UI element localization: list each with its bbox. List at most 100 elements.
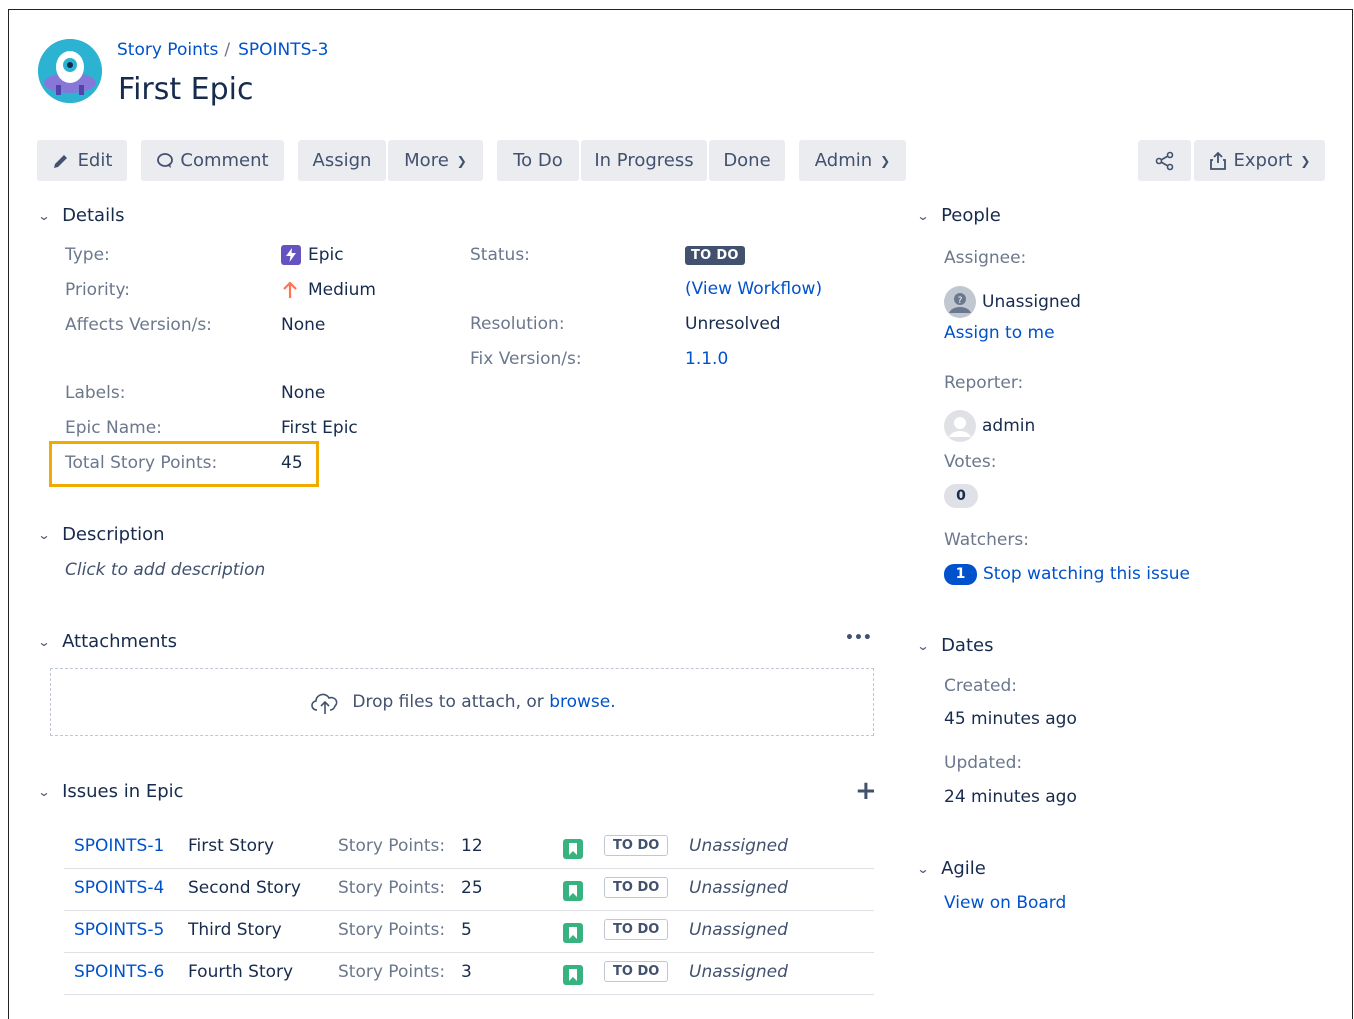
reporter-label: Reporter: — [944, 373, 1024, 393]
svg-text:?: ? — [958, 296, 963, 306]
details-heading: Details — [62, 205, 125, 226]
assignee-value: Unassigned — [689, 920, 788, 940]
issues-in-epic-heading: Issues in Epic — [62, 781, 184, 802]
epic-name-label: Epic Name: — [65, 418, 162, 438]
issue-summary[interactable]: Third Story — [188, 920, 282, 940]
admin-button-label: Admin — [814, 150, 873, 171]
story-icon — [563, 881, 583, 901]
details-section-toggle[interactable]: ⌄ Details — [37, 205, 125, 226]
issue-row[interactable]: SPOINTS-1 First Story Story Points: 12 T… — [64, 827, 874, 869]
comment-icon — [157, 152, 174, 168]
fix-version-link[interactable]: 1.1.0 — [685, 349, 728, 369]
issue-summary[interactable]: Second Story — [188, 878, 301, 898]
assignee-value: Unassigned — [689, 878, 788, 898]
agile-section-toggle[interactable]: ⌄ Agile — [916, 858, 986, 879]
arrow-up-icon — [283, 281, 297, 298]
issue-key-link[interactable]: SPOINTS-1 — [74, 836, 164, 856]
updated-label: Updated: — [944, 753, 1023, 773]
in-progress-button[interactable]: In Progress — [581, 140, 707, 181]
issue-key-link[interactable]: SPOINTS-4 — [74, 878, 164, 898]
description-section-toggle[interactable]: ⌄ Description — [37, 524, 165, 545]
chevron-down-icon: ⌄ — [37, 784, 51, 799]
assignee-label: Assignee: — [944, 248, 1027, 268]
share-icon — [1155, 151, 1173, 170]
resolution-label: Resolution: — [470, 314, 565, 334]
attachment-dropzone[interactable]: Drop files to attach, or browse. — [50, 668, 874, 736]
comment-button-label: Comment — [180, 150, 269, 171]
dropzone-text: Drop files to attach, or — [352, 692, 544, 712]
todo-button[interactable]: To Do — [497, 140, 579, 181]
attachments-more-icon[interactable]: ••• — [845, 630, 872, 646]
issue-row[interactable]: SPOINTS-4 Second Story Story Points: 25 … — [64, 869, 874, 911]
assign-to-me-link[interactable]: Assign to me — [944, 323, 1055, 343]
edit-button-label: Edit — [77, 150, 113, 171]
attachments-section-toggle[interactable]: ⌄ Attachments — [37, 631, 176, 652]
status-lozenge: TO DO — [604, 919, 669, 940]
story-icon — [563, 839, 583, 859]
status-lozenge: TO DO — [604, 961, 669, 982]
people-section-toggle[interactable]: ⌄ People — [916, 205, 1000, 226]
breadcrumb-issue-link[interactable]: SPOINTS-3 — [238, 40, 328, 60]
add-issue-plus-icon[interactable]: + — [855, 776, 877, 806]
export-button[interactable]: Export ❯ — [1194, 140, 1325, 181]
votes-badge[interactable]: 0 — [944, 484, 978, 508]
labels-label: Labels: — [65, 383, 126, 403]
updated-value: 24 minutes ago — [944, 787, 1077, 807]
stop-watching-link[interactable]: Stop watching this issue — [983, 564, 1190, 584]
agile-heading: Agile — [941, 858, 986, 879]
more-button[interactable]: More ❯ — [388, 140, 483, 181]
story-icon — [563, 965, 583, 985]
in-progress-button-label: In Progress — [594, 150, 694, 171]
description-field[interactable]: Click to add description — [65, 560, 265, 580]
story-points-label: Story Points: — [338, 836, 446, 856]
issue-summary[interactable]: Fourth Story — [188, 962, 293, 982]
status-lozenge: TO DO — [604, 835, 669, 856]
view-workflow-link[interactable]: (View Workflow) — [685, 279, 822, 299]
unassigned-avatar-icon: ? — [944, 286, 976, 318]
dates-section-toggle[interactable]: ⌄ Dates — [916, 635, 993, 656]
chevron-down-icon: ❯ — [1300, 153, 1311, 168]
breadcrumb-project-link[interactable]: Story Points — [117, 40, 218, 60]
epic-name-value: First Epic — [281, 418, 358, 438]
export-button-label: Export — [1233, 150, 1293, 171]
assign-button[interactable]: Assign — [298, 140, 386, 181]
issue-row[interactable]: SPOINTS-6 Fourth Story Story Points: 3 T… — [64, 953, 874, 995]
assignee-value: ? Unassigned — [944, 286, 1081, 318]
issue-row[interactable]: SPOINTS-5 Third Story Story Points: 5 TO… — [64, 911, 874, 953]
issue-key-link[interactable]: SPOINTS-6 — [74, 962, 164, 982]
assign-button-label: Assign — [312, 150, 372, 171]
project-avatar[interactable] — [38, 39, 102, 103]
pencil-icon — [53, 154, 67, 168]
breadcrumb-separator: / — [224, 40, 231, 60]
assignee-value: Unassigned — [689, 836, 788, 856]
browse-link[interactable]: browse. — [549, 692, 615, 712]
chevron-down-icon: ⌄ — [37, 634, 51, 649]
reporter-value-text: admin — [982, 416, 1036, 436]
edit-button[interactable]: Edit — [37, 140, 127, 181]
affects-version-value: None — [281, 315, 326, 335]
issue-summary[interactable]: First Story — [188, 836, 274, 856]
share-button[interactable] — [1138, 140, 1191, 181]
story-points-label: Story Points: — [338, 920, 446, 940]
status-label: Status: — [470, 245, 530, 265]
cloud-upload-icon — [311, 693, 338, 714]
admin-button[interactable]: Admin ❯ — [799, 140, 906, 181]
story-points-value: 5 — [461, 920, 472, 940]
issue-title[interactable]: First Epic — [118, 72, 254, 107]
view-on-board-link[interactable]: View on Board — [944, 893, 1066, 913]
chevron-down-icon: ⌄ — [37, 527, 51, 542]
status-lozenge: TO DO — [685, 246, 745, 265]
chevron-down-icon: ⌄ — [916, 861, 930, 876]
issues-in-epic-section-toggle[interactable]: ⌄ Issues in Epic — [37, 781, 184, 802]
issue-key-link[interactable]: SPOINTS-5 — [74, 920, 164, 940]
affects-version-label: Affects Version/s: — [65, 315, 212, 335]
watchers-count-badge[interactable]: 1 — [944, 564, 977, 585]
description-heading: Description — [62, 524, 165, 545]
story-points-value: 12 — [461, 836, 483, 856]
priority-value-text: Medium — [308, 280, 376, 300]
done-button[interactable]: Done — [709, 140, 785, 181]
comment-button[interactable]: Comment — [141, 140, 284, 181]
total-story-points-label: Total Story Points: — [65, 453, 218, 473]
chevron-down-icon: ⌄ — [916, 638, 930, 653]
type-label: Type: — [65, 245, 110, 265]
